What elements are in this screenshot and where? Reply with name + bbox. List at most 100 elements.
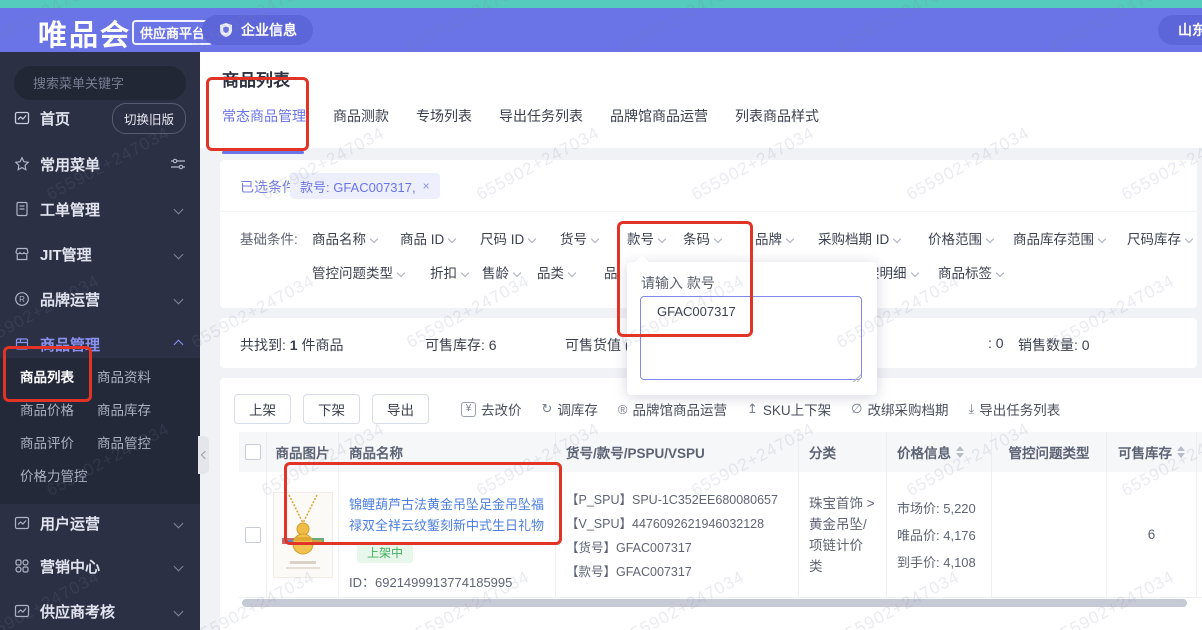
sidebar-item-label: 供应商考核 [40, 603, 116, 621]
sidebar-collapse-handle[interactable] [198, 436, 209, 474]
search-input[interactable] [31, 74, 211, 92]
filter-partially-hidden-left[interactable]: 品 [604, 262, 618, 282]
category-text: 珠宝首饰 > 黄金吊坠/项链计价类 [809, 495, 875, 574]
filter-style-no[interactable]: 款号 [627, 228, 667, 248]
toolbar: 上架 下架 导出 ¥ 去改价 ↻ 调库存 ® 品牌馆商品运营 ↥ SKU上下架 ∅ 改绑采… [234, 394, 1060, 424]
table-row: 锦鲤葫芦古法黄金吊坠足金吊坠福禄双全祥云纹錾刻新中式生日礼物 上架中 ID：69… [239, 472, 1202, 598]
filter-category[interactable]: 品类 [537, 262, 577, 282]
sidebar-search[interactable] [14, 66, 211, 100]
submenu-item-product-stock[interactable]: 商品库存 [97, 399, 151, 423]
switch-old-version-button[interactable]: 切换旧版 [111, 102, 186, 134]
sort-icon[interactable] [1177, 446, 1185, 458]
row-checkbox[interactable] [244, 526, 261, 543]
submenu-item-product-price[interactable]: 商品价格 [20, 399, 74, 423]
page-header: 商品列表 常态商品管理 商品测款 专场列表 导出任务列表 品牌馆商品运营 列表商… [200, 52, 1202, 154]
sidebar-item-supplier-assessment[interactable]: 供应商考核 [0, 594, 200, 628]
tab-export-tasks[interactable]: 导出任务列表 [499, 106, 583, 130]
chevron-down-icon [910, 268, 919, 278]
chevron-down-icon [1184, 234, 1194, 244]
sidebar-item-label: 首页 [40, 110, 71, 128]
tab-brand-hall-ops[interactable]: 品牌馆商品运营 [610, 106, 708, 130]
sidebar-item-workorder[interactable]: 工单管理 [0, 192, 200, 226]
filter-product-tag[interactable]: 商品标签 [938, 262, 1005, 282]
chevron-down-icon [893, 234, 902, 244]
page-title: 商品列表 [222, 71, 290, 90]
tab-special-list[interactable]: 专场列表 [416, 106, 472, 130]
chevron-down-icon [1097, 234, 1107, 244]
adjust-stock-link[interactable]: ↻ 调库存 [542, 399, 598, 419]
chevron-down-icon [396, 268, 406, 278]
tab-list-style[interactable]: 列表商品样式 [735, 106, 819, 130]
filter-product-name[interactable]: 商品名称 [312, 228, 379, 248]
account-pill[interactable]: 山东 [1158, 15, 1202, 45]
selected-filter-tag[interactable]: 款号: GFAC007317, × [290, 173, 440, 199]
filter-price-range[interactable]: 价格范围 [928, 228, 995, 248]
sidebar-item-user-ops[interactable]: 用户运营 [0, 506, 200, 540]
filter-sale-age[interactable]: 售龄 [482, 262, 522, 282]
submenu-item-product-list[interactable]: 商品列表 [20, 366, 74, 390]
shield-icon [220, 23, 232, 37]
sidebar-item-jit[interactable]: JIT管理 [0, 237, 200, 271]
sidebar-item-marketing[interactable]: 营销中心 [0, 549, 200, 583]
filter-barcode[interactable]: 条码 [683, 228, 723, 248]
stat-sales-count: 销售数量: 0 [1018, 337, 1090, 353]
tag-close-icon[interactable]: × [423, 179, 430, 193]
col-price-info[interactable]: 价格信息 [887, 432, 992, 472]
sidebar-item-home[interactable]: 首页 切换旧版 [0, 101, 200, 135]
col-category: 分类 [799, 432, 887, 472]
rebind-schedule-link[interactable]: ∅ 改绑采购档期 [851, 399, 948, 419]
enterprise-info-button[interactable]: 企业信息 [202, 15, 313, 45]
sliders-icon[interactable] [170, 157, 186, 171]
yuan-icon: ¥ [461, 401, 476, 417]
tabs: 常态商品管理 商品测款 专场列表 导出任务列表 品牌馆商品运营 列表商品样式 [222, 106, 819, 154]
collapse-arrow-icon [200, 450, 209, 460]
sidebar-item-product-mgmt[interactable]: 商品管理 [0, 327, 200, 361]
chevron-down-icon [713, 234, 723, 244]
store-icon [15, 247, 29, 261]
filter-size-stock[interactable]: 尺码库存 [1127, 228, 1194, 248]
horizontal-scrollbar[interactable] [242, 599, 1187, 607]
filter-control-issue-type[interactable]: 管控问题类型 [312, 262, 406, 282]
link-icon: ∅ [851, 401, 863, 416]
filter-stock-range[interactable]: 商品库存范围 [1013, 228, 1107, 248]
filter-product-id[interactable]: 商品 ID [400, 228, 457, 248]
sort-icon[interactable] [956, 446, 964, 458]
submenu-item-product-control[interactable]: 商品管控 [97, 432, 151, 456]
tag-text: 款号: GFAC007317, [300, 179, 416, 195]
submenu-item-product-review[interactable]: 商品评价 [20, 432, 74, 456]
filter-article-no[interactable]: 货号 [560, 228, 600, 248]
export-task-list-link[interactable]: ⤓ 导出任务列表 [969, 399, 1061, 419]
delist-button[interactable]: 下架 [303, 394, 360, 424]
market-price: 市场价: 5,220 [897, 501, 976, 516]
sidebar-item-label: 商品管理 [40, 336, 101, 354]
sku-list-delist-link[interactable]: ↥ SKU上下架 [747, 399, 831, 419]
tab-normal-product-mgmt[interactable]: 常态商品管理 [222, 106, 306, 154]
tab-product-testing[interactable]: 商品测款 [333, 106, 389, 130]
chevron-down-icon [369, 234, 379, 244]
chevron-down-icon [448, 234, 457, 244]
monitor-chart-icon [14, 111, 30, 125]
filter-purchase-schedule-id[interactable]: 采购档期 ID [818, 228, 902, 248]
submenu-item-product-data[interactable]: 商品资料 [97, 366, 151, 390]
sidebar-item-frequent-menu[interactable]: 常用菜单 [0, 147, 200, 181]
filter-brand[interactable]: 品牌 [755, 228, 795, 248]
brand-hall-ops-link[interactable]: ® 品牌馆商品运营 [618, 399, 727, 419]
chevron-down-icon [173, 606, 184, 616]
filter-discount[interactable]: 折扣 [430, 262, 470, 282]
product-name-link[interactable]: 锦鲤葫芦古法黄金吊坠足金吊坠福禄双全祥云纹錾刻新中式生日礼物 [349, 494, 551, 536]
export-button[interactable]: 导出 [372, 394, 429, 424]
col-sellable-stock[interactable]: 可售库存 [1107, 432, 1197, 472]
product-image[interactable] [272, 491, 333, 578]
chevron-up-icon [173, 339, 184, 349]
chevron-down-icon [512, 268, 522, 278]
style-no-input[interactable]: GFAC007317 [640, 296, 862, 380]
account-label: 山东 [1178, 22, 1202, 38]
list-button[interactable]: 上架 [234, 394, 291, 424]
filter-size-id[interactable]: 尺码 ID [480, 228, 537, 248]
change-price-link[interactable]: ¥ 去改价 [461, 399, 522, 419]
select-all-checkbox[interactable] [244, 444, 261, 460]
submenu-item-price-power[interactable]: 价格力管控 [20, 465, 88, 489]
code-vspu: 【V_SPU】4476092621946032128 [566, 517, 765, 531]
sidebar-item-brand-ops[interactable]: R 品牌运营 [0, 282, 200, 316]
product-id: ID：6921499913774185995 [349, 575, 513, 590]
